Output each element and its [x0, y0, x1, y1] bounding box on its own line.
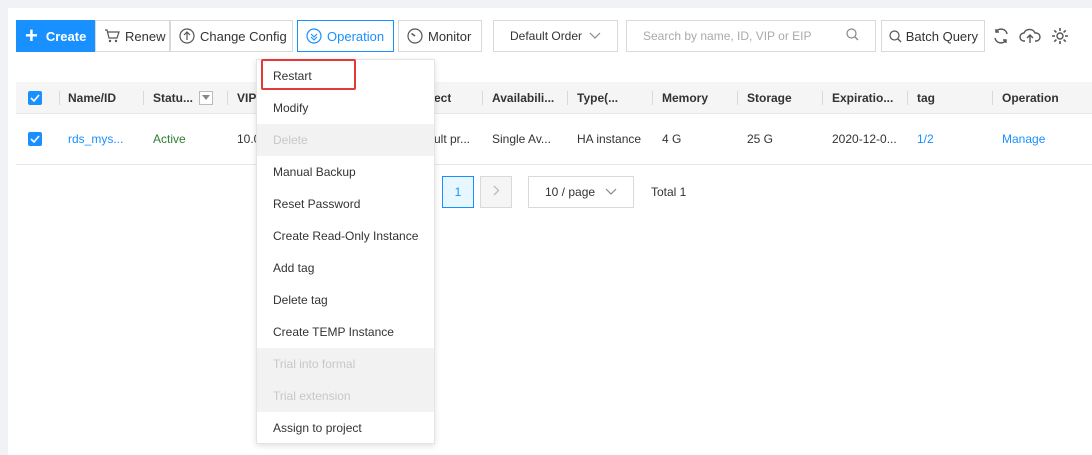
menu-item-trial-extension: Trial extension: [257, 380, 434, 412]
header-storage[interactable]: Storage: [747, 82, 792, 113]
tag-link[interactable]: 1/2: [917, 114, 934, 164]
menu-item-create-read-only[interactable]: Create Read-Only Instance: [257, 220, 434, 252]
chevron-down-circle-icon: [306, 28, 322, 44]
batch-query-label: Batch Query: [905, 28, 978, 44]
order-select-value: Default Order: [510, 29, 583, 43]
change-config-label: Change Config: [200, 28, 287, 44]
chevron-right-icon: [493, 185, 500, 199]
total-count: Total 1: [651, 185, 687, 199]
renew-button[interactable]: Renew: [95, 20, 170, 52]
storage-value: 25 G: [747, 132, 774, 146]
header-availability[interactable]: Availabili...: [492, 82, 554, 113]
chevron-down-icon: [605, 185, 617, 199]
cart-icon: [104, 28, 120, 44]
table-header: Name/ID Statu... VIP ect Availabili... T…: [16, 82, 1092, 114]
header-name[interactable]: Name/ID: [68, 82, 116, 113]
instance-table: Name/ID Statu... VIP ect Availabili... T…: [16, 82, 1092, 165]
gear-icon[interactable]: [1048, 24, 1072, 48]
search-box: [626, 20, 876, 52]
menu-item-add-tag[interactable]: Add tag: [257, 252, 434, 284]
page-1-button[interactable]: 1: [442, 176, 474, 208]
create-button[interactable]: + Create: [16, 20, 95, 52]
header-expiration[interactable]: Expiratio...: [832, 82, 893, 113]
availability-value: Single Av...: [492, 132, 551, 146]
menu-item-modify[interactable]: Modify: [257, 92, 434, 124]
create-label: Create: [45, 28, 87, 44]
header-vip[interactable]: VIP: [237, 82, 256, 113]
memory-value: 4 G: [662, 132, 682, 146]
filter-dropdown-icon[interactable]: [199, 90, 214, 105]
type-value: HA instance: [577, 132, 642, 146]
operation-label: Operation: [327, 28, 385, 44]
search-icon[interactable]: [846, 28, 859, 44]
check-icon: [28, 132, 42, 146]
check-icon: [28, 90, 42, 105]
table-row: rds_mys... Active 10.0 ult pr... Single …: [16, 114, 1092, 165]
cloud-upload-icon[interactable]: [1018, 24, 1042, 48]
manage-link[interactable]: Manage: [1002, 114, 1045, 164]
renew-label: Renew: [125, 28, 166, 44]
row-checkbox[interactable]: [28, 114, 42, 164]
operation-button[interactable]: Operation: [297, 20, 394, 52]
search-icon: [888, 28, 903, 44]
menu-item-reset-password[interactable]: Reset Password: [257, 188, 434, 220]
main-panel: [8, 8, 1092, 455]
gauge-icon: [407, 28, 423, 44]
project-value: ult pr...: [434, 132, 471, 146]
header-project[interactable]: ect: [434, 82, 451, 113]
order-select[interactable]: Default Order: [493, 20, 618, 52]
search-input[interactable]: [643, 29, 833, 43]
menu-item-manual-backup[interactable]: Manual Backup: [257, 156, 434, 188]
select-all-checkbox[interactable]: [28, 82, 42, 113]
batch-query-button[interactable]: Batch Query: [881, 20, 985, 52]
menu-item-trial-into-formal: Trial into formal: [257, 348, 434, 380]
header-tag[interactable]: tag: [917, 82, 935, 113]
upgrade-icon: [179, 28, 195, 44]
change-config-button[interactable]: Change Config: [170, 20, 293, 52]
instance-name-link[interactable]: rds_mys...: [68, 114, 123, 164]
monitor-button[interactable]: Monitor: [398, 20, 482, 52]
next-page-button[interactable]: [480, 176, 512, 208]
header-status[interactable]: Statu...: [153, 82, 214, 113]
expiration-value: 2020-12-0...: [832, 132, 897, 146]
menu-item-create-temp[interactable]: Create TEMP Instance: [257, 316, 434, 348]
chevron-down-icon: [589, 29, 601, 43]
header-type[interactable]: Type(...: [577, 82, 618, 113]
menu-item-restart[interactable]: Restart: [257, 60, 434, 92]
menu-item-assign-to-project[interactable]: Assign to project: [257, 412, 434, 444]
plus-icon: +: [25, 23, 38, 48]
header-status-label: Statu...: [153, 90, 194, 105]
menu-item-delete: Delete: [257, 124, 434, 156]
menu-item-delete-tag[interactable]: Delete tag: [257, 284, 434, 316]
page-size-select[interactable]: 10 / page: [528, 176, 634, 208]
refresh-icon[interactable]: [989, 24, 1013, 48]
header-memory[interactable]: Memory: [662, 82, 708, 113]
status-badge: Active: [153, 132, 186, 146]
monitor-label: Monitor: [428, 28, 472, 44]
operation-dropdown-menu: Restart Modify Delete Manual Backup Rese…: [256, 59, 435, 444]
header-operation: Operation: [1002, 90, 1059, 105]
page-size-value: 10 / page: [545, 185, 596, 199]
